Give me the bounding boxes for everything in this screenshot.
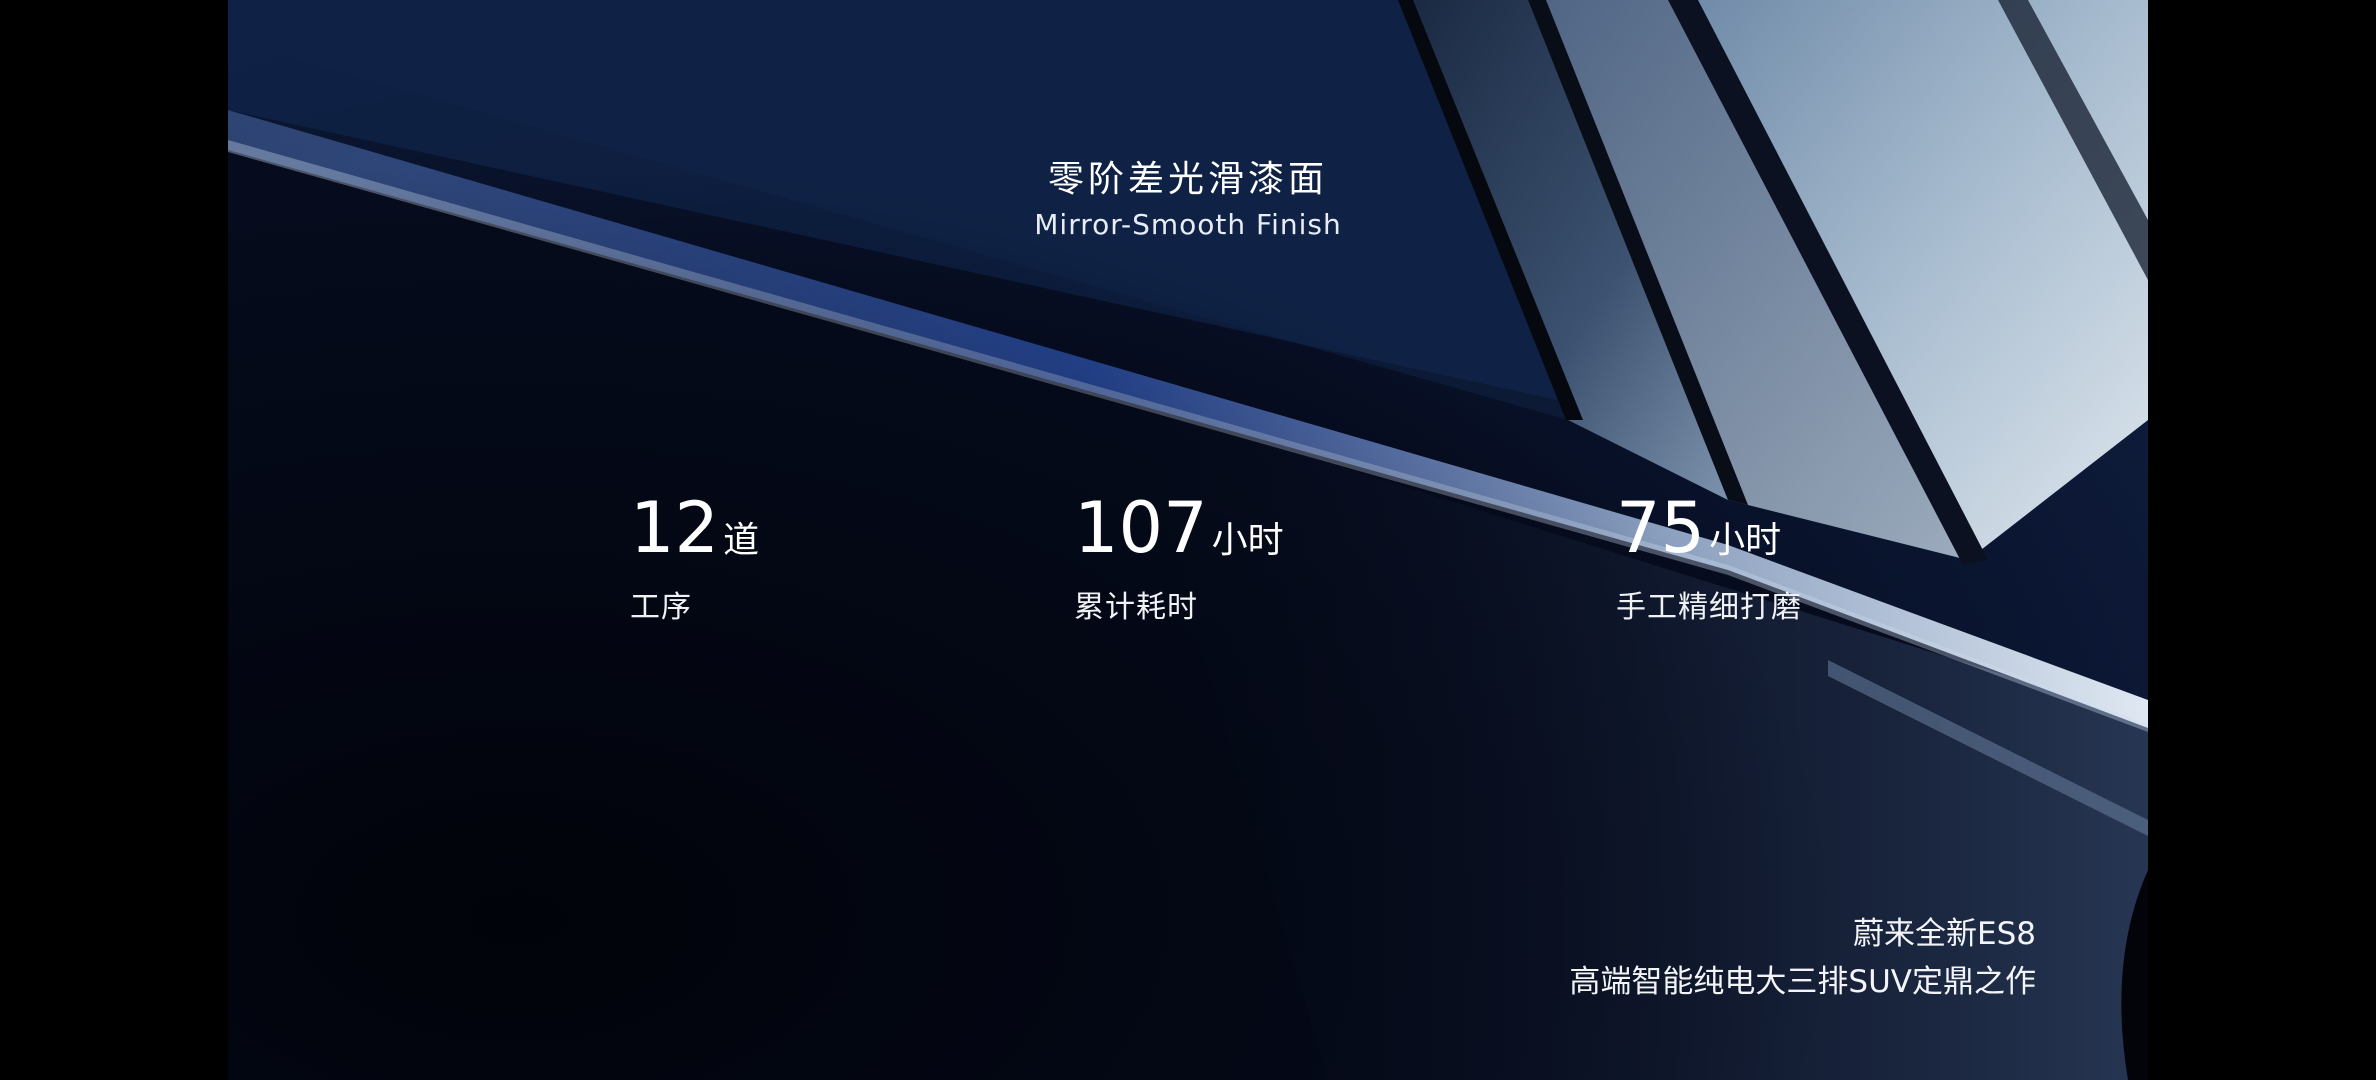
stat-polishing-hours: 75 小时 手工精细打磨 — [1616, 488, 1802, 626]
video-caption: 蔚来全新ES8 高端智能纯电大三排SUV定鼎之作 — [1569, 910, 2036, 1006]
stat-description: 累计耗时 — [1074, 590, 1198, 625]
caption-line-model: 蔚来全新ES8 — [1853, 916, 2036, 952]
stat-unit: 小时 — [1709, 520, 1782, 561]
video-frame[interactable]: 零阶差光滑漆面 Mirror-Smooth Finish 12 道 工序 107 小… — [228, 0, 2148, 1080]
stat-number: 107 — [1074, 487, 1208, 569]
headline-chinese: 零阶差光滑漆面 — [1047, 159, 1328, 200]
stat-unit: 道 — [723, 520, 760, 561]
stat-value: 75 小时 — [1616, 488, 1802, 568]
caption-line-tagline: 高端智能纯电大三排SUV定鼎之作 — [1569, 964, 2036, 1000]
headline-english: Mirror-Smooth Finish — [1034, 208, 1342, 241]
stat-description: 手工精细打磨 — [1616, 590, 1802, 625]
stat-description: 工序 — [630, 590, 692, 625]
stat-unit: 小时 — [1211, 520, 1284, 561]
stat-value: 107 小时 — [1074, 488, 1284, 568]
stat-total-hours: 107 小时 累计耗时 — [1074, 488, 1284, 626]
stat-number: 75 — [1616, 487, 1706, 569]
stat-value: 12 道 — [630, 488, 759, 568]
stat-process-steps: 12 道 工序 — [630, 488, 759, 626]
stat-number: 12 — [630, 487, 720, 569]
screen: 零阶差光滑漆面 Mirror-Smooth Finish 12 道 工序 107 小… — [0, 0, 2376, 1080]
